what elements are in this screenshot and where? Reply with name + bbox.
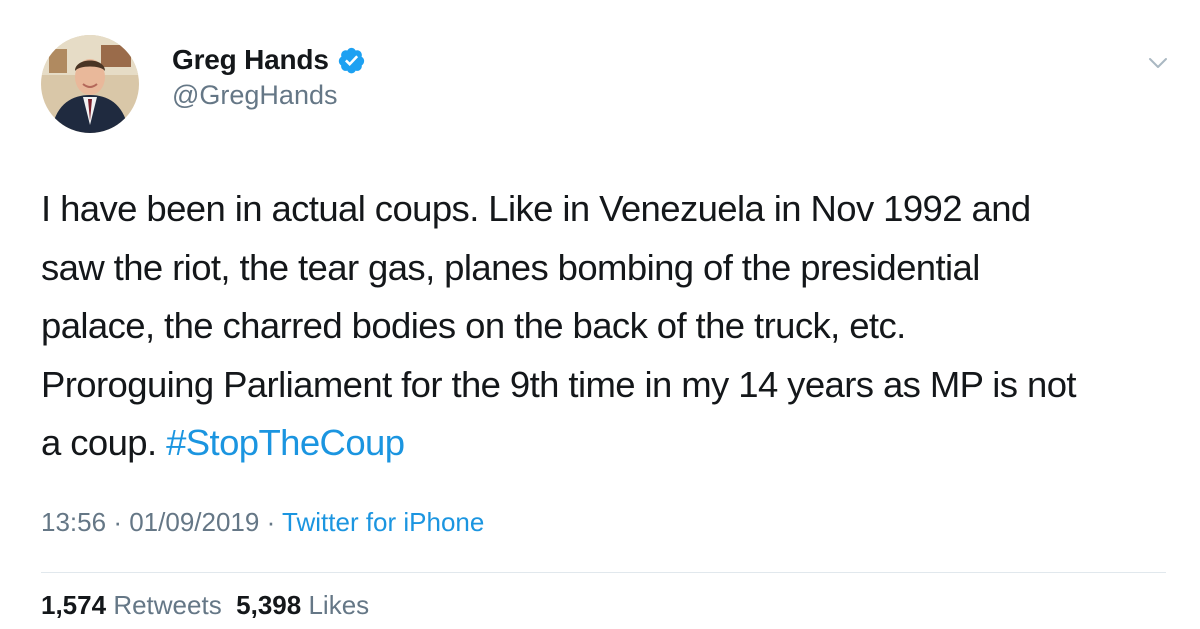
tweet-text-line: palace, the charred bodies on the back o… bbox=[41, 305, 906, 346]
tweet-date[interactable]: 01/09/2019 bbox=[129, 507, 259, 537]
stats-divider bbox=[41, 572, 1166, 573]
author-name-row[interactable]: Greg Hands bbox=[172, 41, 366, 79]
tweet-meta: 13:56 · 01/09/2019 · Twitter for iPhone bbox=[41, 507, 484, 538]
meta-separator: · bbox=[113, 507, 122, 537]
meta-separator: · bbox=[266, 507, 276, 537]
author-handle[interactable]: @GregHands bbox=[172, 80, 337, 111]
chevron-down-icon[interactable] bbox=[1147, 52, 1169, 74]
likes-stat[interactable]: 5,398 Likes bbox=[236, 590, 369, 620]
tweet-text-line: Proroguing Parliament for the 9th time i… bbox=[41, 363, 1077, 405]
author-avatar[interactable] bbox=[41, 35, 139, 133]
retweets-stat[interactable]: 1,574 Retweets bbox=[41, 590, 222, 620]
author-display-name[interactable]: Greg Hands bbox=[172, 44, 329, 76]
retweets-label: Retweets bbox=[113, 590, 222, 620]
tweet-text-line: saw the riot, the tear gas, planes bombi… bbox=[41, 246, 980, 288]
likes-count: 5,398 bbox=[236, 590, 302, 620]
tweet-text-fragment: a coup. bbox=[41, 422, 167, 463]
tweet-stats: 1,574 Retweets 5,398 Likes bbox=[41, 590, 369, 621]
tweet-time[interactable]: 13:56 bbox=[41, 507, 106, 537]
tweet-text-line: a coup. #StopTheCoup bbox=[41, 414, 1171, 473]
hashtag-link[interactable]: #StopTheCoup bbox=[166, 422, 405, 463]
tweet-text-line: I have been in actual coups. Like in Ven… bbox=[41, 188, 1031, 229]
tweet-source-link[interactable]: Twitter for iPhone bbox=[282, 507, 484, 537]
tweet-text: I have been in actual coups. Like in Ven… bbox=[41, 180, 1171, 473]
avatar-photo bbox=[41, 35, 139, 133]
verified-badge-icon bbox=[337, 46, 366, 75]
retweets-count: 1,574 bbox=[41, 590, 107, 620]
likes-label: Likes bbox=[308, 590, 370, 620]
